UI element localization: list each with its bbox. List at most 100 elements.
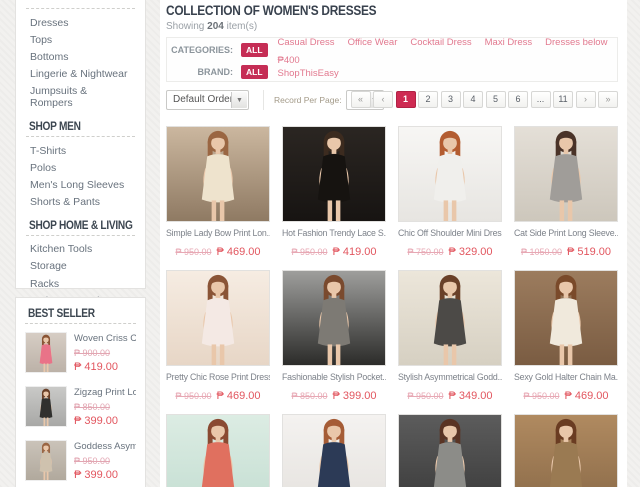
categories-all-badge[interactable]: ALL [241,43,268,57]
product-prices: ₱ 1050.00 ₱ 519.00 [514,242,618,260]
pagination-page-[interactable]: ... [530,91,551,108]
sidebar-item-lingerie-nightwear[interactable]: Lingerie & Nightwear [16,66,145,83]
product-card[interactable] [166,414,270,487]
best-seller-thumbnail[interactable] [25,386,67,427]
product-image[interactable] [398,126,502,222]
product-card[interactable]: Cat Side Print Long Sleeve... ₱ 1050.00 ₱ … [514,126,618,258]
product-card[interactable]: Pretty Chic Rose Print Dress ₱ 950.00 ₱ 46… [166,270,270,402]
product-image[interactable] [398,414,502,487]
product-name[interactable]: Sexy Gold Halter Chain Ma... [514,372,618,382]
product-name[interactable]: Woven Criss Cro... [74,333,136,344]
product-prices: ₱ 950.00 ₱ 469.00 [166,386,270,404]
sidebar-item-men-s-long-sleeves[interactable]: Men's Long Sleeves [16,176,145,193]
product-card[interactable] [514,414,618,487]
pagination-arrow[interactable]: » [598,91,618,108]
price: ₱ 419.00 [74,361,119,373]
product-card[interactable]: Hot Fashion Trendy Lace S... ₱ 950.00 ₱ 41… [282,126,386,258]
sidebar-item-dresses[interactable]: Dresses [16,14,145,31]
dashed-divider [25,323,136,324]
sidebar-item-t-shirts[interactable]: T-Shirts [16,142,145,159]
pagination-arrow[interactable]: « [350,91,371,108]
price: ₱ 399.00 [74,415,119,427]
model-figure [39,334,53,372]
product-name[interactable]: Fashionable Stylish Pocket... [282,372,386,382]
pagination-page-3[interactable]: 3 [440,91,461,108]
sidebar-item-polos[interactable]: Polos [16,159,145,176]
best-seller-info: Woven Criss Cro... ₱ 900.00 ₱ 419.00 [67,332,136,373]
best-seller-title: BEST SELLER [28,308,95,320]
product-image[interactable] [166,270,270,366]
pagination-page-1[interactable]: 1 [395,91,416,108]
sidebar-item-bottoms[interactable]: Bottoms [16,48,145,65]
product-image[interactable] [514,414,618,487]
product-name[interactable]: Goddess Asymm... [74,441,136,452]
filter-link-cocktail-dress[interactable]: Cocktail Dress [410,37,471,48]
sidebar-section-title: SHOP HOME & LIVING [29,219,133,232]
product-card[interactable]: Stylish Asymmetrical Godd... ₱ 950.00 ₱ 34… [398,270,502,402]
old-price: ₱ 950.00 [523,391,560,401]
price: ₱ 329.00 [448,246,493,258]
main-content: COLLECTION OF WOMEN'S DRESSES Showing 20… [160,0,627,487]
product-prices: ₱ 950.00 ₱ 419.00 [282,242,386,260]
sidebar-item-shorts-pants[interactable]: Shorts & Pants [16,194,145,211]
product-image[interactable] [166,126,270,222]
product-card[interactable]: Fashionable Stylish Pocket... ₱ 850.00 ₱ 3… [282,270,386,402]
product-image[interactable] [514,270,618,366]
best-seller-thumbnail[interactable] [25,440,67,481]
pagination-arrow[interactable]: ‹ [373,91,393,108]
product-image[interactable] [282,270,386,366]
sidebar-item-racks[interactable]: Racks [16,275,145,292]
best-seller-item[interactable]: Zigzag Print Lo... ₱ 850.00 ₱ 399.00 [25,386,136,427]
pagination-page-2[interactable]: 2 [418,91,438,108]
old-price: ₱ 950.00 [291,247,328,257]
best-seller-item[interactable]: Goddess Asymm... ₱ 950.00 ₱ 399.00 [25,440,136,481]
sidebar-item-kitchen-tools[interactable]: Kitchen Tools [16,241,145,258]
brand-all-badge[interactable]: ALL [241,65,268,79]
pagination-page-4[interactable]: 4 [463,91,483,108]
product-name[interactable]: Cat Side Print Long Sleeve... [514,228,618,238]
old-price: ₱ 900.00 [74,348,111,358]
old-price: ₱ 950.00 [175,247,212,257]
product-image[interactable] [398,270,502,366]
filter-link-shopthiseasy[interactable]: ShopThisEasy [278,68,339,79]
best-seller-item[interactable]: Woven Criss Cro... ₱ 900.00 ₱ 419.00 [25,332,136,373]
filter-link-maxi-dress[interactable]: Maxi Dress [485,37,533,48]
filter-link-casual-dress[interactable]: Casual Dress [278,37,335,48]
filter-link-office-wear[interactable]: Office Wear [348,37,398,48]
product-name[interactable]: Simple Lady Bow Print Lon... [166,228,270,238]
product-name[interactable]: Zigzag Print Lo... [74,387,136,398]
product-image[interactable] [514,126,618,222]
old-price: ₱ 750.00 [407,247,444,257]
best-seller-thumbnail[interactable] [25,332,67,373]
product-card[interactable]: Sexy Gold Halter Chain Ma... ₱ 950.00 ₱ 46… [514,270,618,402]
product-image[interactable] [282,126,386,222]
product-image[interactable] [166,414,270,487]
sidebar-item-jumpsuits-rompers[interactable]: Jumpsuits & Rompers [16,83,145,112]
model-figure [201,130,235,221]
model-figure [39,442,53,480]
model-figure [433,130,467,221]
pagination-page-5[interactable]: 5 [485,91,506,108]
old-price: ₱ 950.00 [407,391,444,401]
product-image[interactable] [282,414,386,487]
product-name[interactable]: Stylish Asymmetrical Godd... [398,372,502,382]
price: ₱ 469.00 [216,390,261,402]
pagination-page-11[interactable]: 11 [553,91,573,108]
price: ₱ 469.00 [564,390,609,402]
page: Dresses Tops Bottoms Lingerie & Nightwear Ju… [0,0,640,487]
product-name[interactable]: Hot Fashion Trendy Lace S... [282,228,386,238]
sidebar-item-storage[interactable]: Storage [16,258,145,275]
product-name[interactable]: Chic Off Shoulder Mini Dress [398,228,502,238]
old-price: ₱ 1050.00 [520,247,562,257]
product-card[interactable]: Chic Off Shoulder Mini Dress ₱ 750.00 ₱ 32… [398,126,502,258]
sidebar-item-tops[interactable]: Tops [16,31,145,48]
product-card[interactable] [398,414,502,487]
product-name[interactable]: Pretty Chic Rose Print Dress [166,372,270,382]
pagination-arrow[interactable]: › [575,91,596,108]
pagination-page-6[interactable]: 6 [508,91,528,108]
product-card[interactable] [282,414,386,487]
old-price: ₱ 850.00 [74,402,111,412]
price: ₱ 469.00 [216,246,261,258]
sort-order-select[interactable]: Default Order ▼ [166,90,249,110]
product-card[interactable]: Simple Lady Bow Print Lon... ₱ 950.00 ₱ 46… [166,126,270,258]
